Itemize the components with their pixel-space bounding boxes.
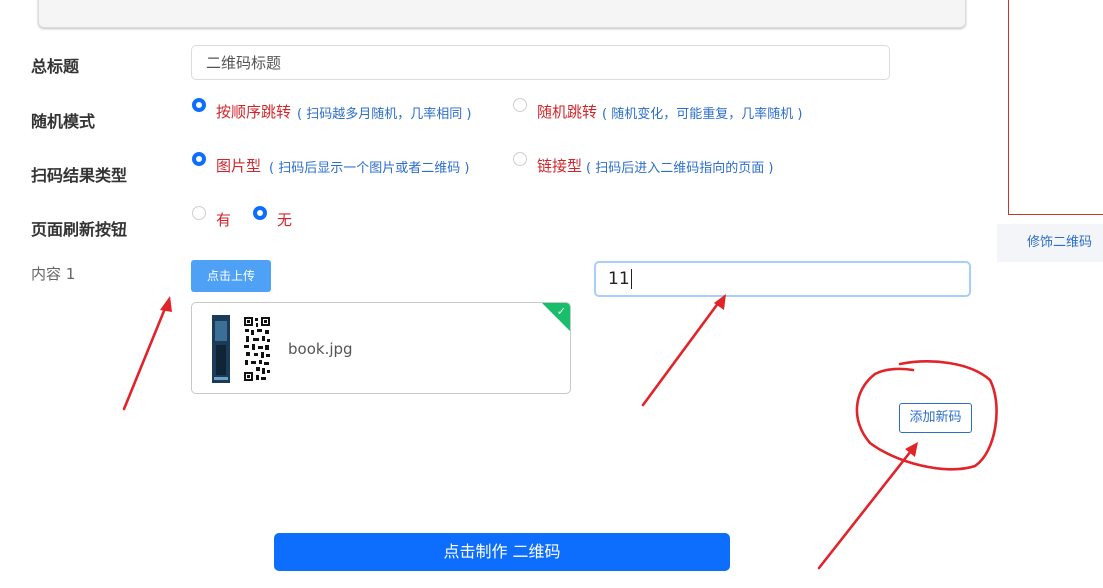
option-link-hint: ( 扫码后进入二维码指向的页面 ) [586, 161, 774, 176]
option-link-label[interactable]: 链接型 [537, 155, 582, 176]
make-qr-button[interactable]: 点击制作 二维码 [274, 533, 730, 571]
option-image-hint: ( 扫码后显示一个图片或者二维码 ) [269, 161, 470, 176]
content-input[interactable]: 11 [594, 261, 971, 297]
text-cursor [630, 269, 632, 289]
option-refresh-yes-label[interactable]: 有 [216, 209, 231, 230]
radio-on-icon [192, 152, 206, 166]
option-random-hint: ( 随机变化，可能重复，几率随机 ) [602, 107, 803, 122]
content-input-value: 11 [608, 269, 630, 289]
random-mode-label: 随机模式 [31, 112, 96, 131]
radio-off-icon [192, 206, 206, 220]
radio-off-icon [513, 152, 527, 166]
radio-on-icon [253, 206, 267, 220]
decorate-qr-tab[interactable]: 修饰二维码 [997, 224, 1103, 262]
upload-button[interactable]: 点击上传 [191, 260, 271, 292]
refresh-button-label: 页面刷新按钮 [31, 220, 128, 239]
arrow-to-input [641, 300, 721, 407]
radio-off-icon [513, 98, 527, 112]
option-random-label[interactable]: 随机跳转 [537, 101, 597, 122]
option-sequential-label[interactable]: 按顺序跳转 [216, 101, 291, 122]
check-icon: ✓ [556, 305, 566, 318]
radio-refresh-yes[interactable] [192, 206, 206, 220]
uploaded-file-card[interactable]: ✓ book.jpg [191, 302, 571, 394]
radio-on-icon [192, 98, 206, 112]
qr-preview-panel [1008, 0, 1103, 215]
top-card: 起) [38, 0, 966, 28]
content-label: 内容 1 [31, 265, 76, 283]
radio-refresh-no[interactable] [253, 206, 267, 220]
file-name: book.jpg [288, 340, 353, 358]
title-label: 总标题 [31, 57, 80, 76]
file-thumbnail-icon [212, 315, 270, 383]
arrow-to-add-button [817, 449, 913, 570]
result-type-label: 扫码结果类型 [31, 166, 128, 185]
option-refresh-no-label[interactable]: 无 [277, 209, 292, 230]
title-input[interactable] [191, 45, 890, 80]
radio-random[interactable] [513, 98, 527, 112]
top-card-text: 起) [63, 0, 82, 3]
arrow-to-upload [122, 304, 168, 411]
option-sequential-hint: ( 扫码越多月随机，几率相同 ) [297, 107, 472, 122]
option-image-label[interactable]: 图片型 [216, 155, 261, 176]
add-new-code-button[interactable]: 添加新码 [899, 403, 972, 433]
radio-link-type[interactable] [513, 152, 527, 166]
radio-image-type[interactable] [192, 152, 206, 166]
radio-sequential[interactable] [192, 98, 206, 112]
